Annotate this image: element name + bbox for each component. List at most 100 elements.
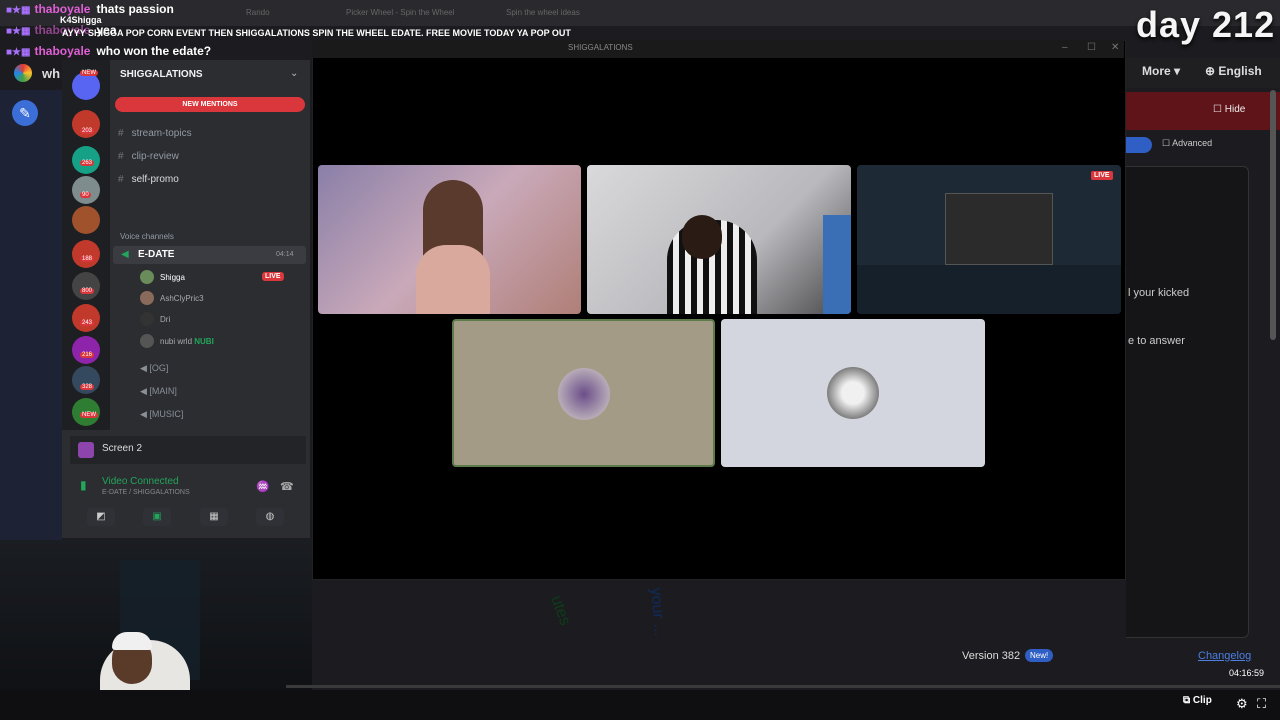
noise-suppression-icon[interactable]: ♒ <box>256 480 270 493</box>
entries-textarea[interactable] <box>1126 166 1249 638</box>
connection-channel: E-DATE / SHIGGALATIONS <box>102 489 190 496</box>
server-list: NEW 203 263 90 188 800 243 216 328 NEW <box>62 60 110 430</box>
server-icon[interactable] <box>72 72 100 100</box>
voice-channels-header[interactable]: Voice channels <box>120 232 174 241</box>
day-counter: day 212 <box>1136 4 1276 45</box>
advanced-checkbox[interactable]: ☐ Advanced <box>1162 138 1212 149</box>
avatar <box>140 270 154 284</box>
voice-channel-og[interactable]: ◀ [OG] <box>140 363 168 374</box>
clip-label: Clip <box>1192 695 1212 706</box>
channel-label: self-promo <box>131 174 179 185</box>
browser-tab[interactable]: Picker Wheel - Spin the Wheel <box>340 4 461 22</box>
soundboard-icon[interactable]: ◍ <box>256 508 284 526</box>
fullscreen-icon[interactable]: ⛶ <box>1257 696 1266 712</box>
server-icon[interactable] <box>72 336 100 364</box>
voice-channel-timer: 04:14 <box>276 251 294 258</box>
channel-clip-review[interactable]: # clip-review <box>118 151 179 162</box>
video-tile-avatar-2[interactable] <box>721 319 985 467</box>
hide-label: Hide <box>1224 104 1246 115</box>
server-badge: 203 <box>80 128 95 134</box>
hash-icon: # <box>118 128 124 139</box>
maximize-icon[interactable]: ☐ <box>1087 42 1096 53</box>
server-badge: NEW <box>80 70 98 76</box>
wheel-label: your ... <box>647 587 668 637</box>
entry-text: l your kicked <box>1128 287 1190 299</box>
disconnect-icon[interactable]: ☎ <box>280 480 294 493</box>
video-tile-referee[interactable] <box>587 165 851 314</box>
server-badge: 216 <box>80 352 95 358</box>
close-icon[interactable]: ✕ <box>1111 42 1119 53</box>
voice-channel-main[interactable]: ◀ [MAIN] <box>140 386 177 397</box>
member-label: nubi wrld <box>160 337 193 346</box>
wheel-label: utes <box>547 594 573 628</box>
member-shigga[interactable]: Shigga <box>160 273 185 282</box>
channel-label: clip-review <box>131 151 179 162</box>
chat-badges-icon: ■★▦ <box>6 47 31 58</box>
chat-username: thaboyale <box>34 2 91 16</box>
chat-message: AYYY SHIGGA POP CORN EVENT THEN SHIGGALA… <box>62 28 571 38</box>
video-tile-screen-share[interactable] <box>857 165 1121 314</box>
voice-channel-label: [MAIN] <box>149 386 177 396</box>
mode-toggle-button[interactable] <box>1126 137 1152 153</box>
voice-channel-label: E-DATE <box>138 249 175 260</box>
server-icon[interactable] <box>72 272 100 300</box>
avatar <box>827 367 879 419</box>
taskbar <box>0 690 1280 720</box>
changelog-link[interactable]: Changelog <box>1198 650 1251 662</box>
video-tile-streamer[interactable] <box>318 165 581 314</box>
browser-tab[interactable]: Spin the wheel ideas <box>500 4 586 22</box>
monitor <box>823 215 851 314</box>
chevron-down-icon[interactable]: ⌄ <box>290 68 298 79</box>
server-icon[interactable] <box>72 240 100 268</box>
server-icon[interactable] <box>72 176 100 204</box>
server-badge: 243 <box>80 320 95 326</box>
chat-message: ■★▦ thaboyale thats passion <box>6 2 174 16</box>
checkbox-icon: ☐ <box>1162 138 1171 148</box>
voice-channel-music[interactable]: ◀ [MUSIC] <box>140 409 183 420</box>
server-badge: 263 <box>80 160 95 166</box>
channel-stream-topics[interactable]: # stream-topics <box>118 128 192 139</box>
avatar <box>140 312 154 326</box>
new-mentions-bar[interactable]: NEW MENTIONS <box>115 97 305 112</box>
hash-icon: # <box>118 174 124 185</box>
server-icon[interactable] <box>72 304 100 332</box>
connection-status: Video Connected <box>102 476 179 487</box>
head <box>682 215 722 259</box>
gear-icon[interactable]: ⚙ <box>1236 696 1248 712</box>
screen-share-label: Screen 2 <box>102 443 143 454</box>
hash-icon: # <box>118 151 124 162</box>
camera-off-icon[interactable]: ◩ <box>87 508 115 526</box>
clip-icon: ⧉ <box>1183 695 1191 706</box>
more-menu-button[interactable]: More ▾ <box>1142 64 1180 78</box>
page-scrollbar[interactable] <box>1270 90 1276 340</box>
server-badge: 800 <box>80 288 95 294</box>
globe-icon: ⊕ <box>1205 64 1216 78</box>
new-badge: New! <box>1025 649 1054 662</box>
member-nubi-wrld[interactable]: nubi wrld NUBI <box>160 337 214 346</box>
activities-icon[interactable]: ▦ <box>200 508 228 526</box>
language-button[interactable]: ⊕ English <box>1205 64 1262 78</box>
minimize-icon[interactable]: – <box>1062 42 1068 53</box>
screen-share-icon[interactable]: ▣ <box>143 508 171 526</box>
hide-checkbox[interactable]: ☐ Hide <box>1213 104 1245 115</box>
speaker-icon: ◀ <box>121 249 129 260</box>
avatar <box>140 334 154 348</box>
more-label: More <box>1142 64 1171 78</box>
headwear <box>112 632 152 650</box>
edit-pencil-icon[interactable]: ✎ <box>12 100 38 126</box>
member-ashclypric3[interactable]: AshClyPric3 <box>160 294 204 303</box>
chat-text: who won the edate? <box>96 44 212 58</box>
member-dri[interactable]: Dri <box>160 315 170 324</box>
server-badge: 90 <box>80 192 91 198</box>
voice-channel-label: [MUSIC] <box>149 409 184 419</box>
video-tile-avatar-1[interactable] <box>452 319 715 467</box>
server-icon[interactable] <box>72 206 100 234</box>
server-name[interactable]: SHIGGALATIONS <box>120 69 203 80</box>
voice-channel-label: [OG] <box>149 363 169 373</box>
clip-button[interactable]: ⧉ Clip <box>1183 695 1212 706</box>
signal-icon: ▮ <box>80 478 87 492</box>
advanced-label: Advanced <box>1172 138 1213 148</box>
channel-self-promo[interactable]: # self-promo <box>118 174 179 185</box>
browser-tab[interactable]: Rando <box>240 4 276 22</box>
stream-progress-bar[interactable] <box>286 685 1280 688</box>
